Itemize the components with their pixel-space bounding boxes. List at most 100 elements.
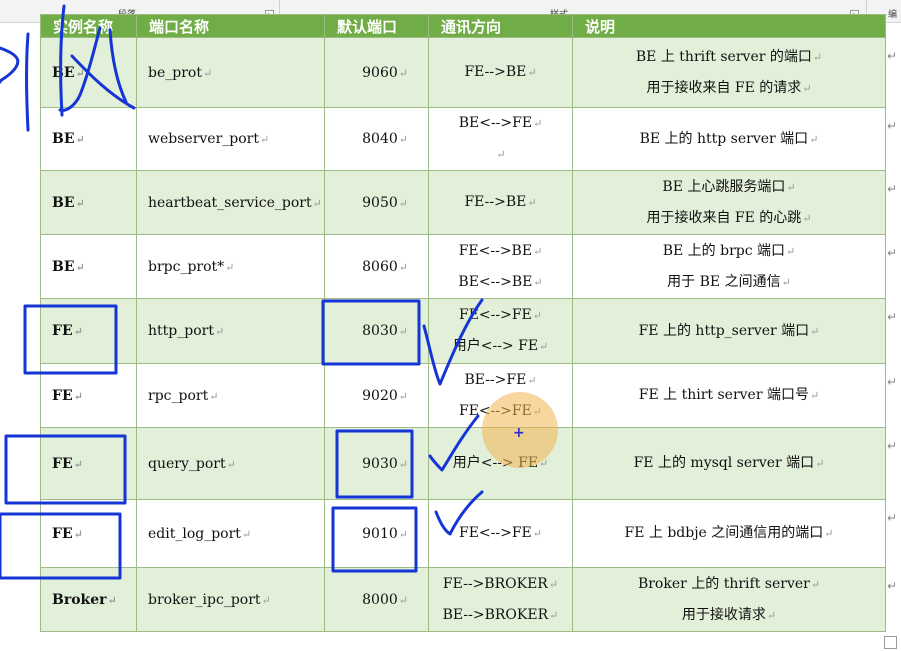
paragraph-mark-icon: ↵ (549, 608, 559, 622)
paragraph-mark-icon: ↵ (786, 180, 796, 194)
table-row: FE↵rpc_port↵9020↵BE-->FE↵FE<-->FE↵FE 上 t… (40, 363, 886, 428)
description-text: FE 上 thirt server 端口号 (638, 387, 809, 403)
description-text: BE 上心跳服务端口 (662, 178, 786, 195)
paragraph-mark-icon: ↵ (73, 389, 83, 403)
paragraph-mark-icon: ↵ (75, 260, 85, 274)
port-name-text: http_port (148, 323, 214, 339)
header-instance: 实例名称 (40, 14, 137, 38)
paragraph-mark-icon: ↵ (225, 260, 235, 274)
cell-default-port: 8030↵ (324, 298, 429, 364)
paragraph-mark-icon: ↵ (398, 260, 408, 274)
cell-port-name: edit_log_port↵ (136, 499, 325, 568)
scribble-stroke (25, 32, 30, 132)
cell-port-name: brpc_prot*↵ (136, 234, 325, 299)
paragraph-mark-icon: ↵ (786, 244, 796, 258)
paragraph-mark-icon: ↵ (261, 593, 271, 607)
paragraph-mark-icon: ↵ (886, 511, 897, 525)
table-row: BE↵ be_prot↵ 9060↵ FE-->BE↵ BE 上 thrift serv… (40, 37, 886, 108)
paragraph-mark-icon: ↵ (810, 324, 820, 338)
paragraph-mark-icon: ↵ (398, 389, 408, 403)
cell-port-name: rpc_port↵ (136, 363, 325, 428)
paragraph-mark-icon: ↵ (886, 439, 897, 453)
port-name-text: be_prot (148, 64, 202, 81)
paragraph-mark-icon: ↵ (75, 133, 85, 146)
cell-direction: FE<-->FE↵ 用户<--> FE↵ (428, 298, 573, 364)
port-name-text: broker_ipc_port (148, 591, 261, 608)
paragraph-mark-icon: ↵ (802, 81, 812, 95)
default-port-text: 8030 (362, 323, 398, 339)
default-port-text: 9030 (362, 455, 398, 472)
description-text: BE 上的 http server 端口 (639, 130, 809, 147)
paragraph-mark-icon: ↵ (209, 389, 219, 403)
cell-port-name: heartbeat_service_port↵ (136, 170, 325, 235)
paragraph-mark-icon: ↵ (214, 325, 225, 338)
header-description: 说明 (572, 14, 886, 38)
cell-port-name: be_prot↵ (136, 37, 325, 108)
paragraph-mark-icon: ↵ (766, 608, 777, 622)
direction-text: FE-->BROKER (442, 575, 548, 592)
description-text: FE 上的 http_server 端口 (638, 322, 810, 339)
paragraph-mark-icon: ↵ (202, 66, 213, 80)
ribbon-group-edit-label: 编 (888, 10, 898, 20)
table-end-box (884, 636, 897, 649)
paragraph-mark-icon: ↵ (539, 340, 549, 353)
header-default-port: 默认端口 (324, 14, 429, 38)
cell-description: FE 上 thirt server 端口号↵ (572, 363, 886, 428)
paragraph-mark-icon: ↵ (809, 132, 819, 146)
paragraph-mark-icon: ↵ (398, 593, 408, 607)
cell-default-port: 9030↵ (324, 427, 429, 500)
cell-instance: FE↵ (40, 363, 137, 428)
cell-direction: FE-->BROKER↵ BE-->BROKER↵ (428, 567, 573, 632)
cell-default-port: 8060↵ (324, 234, 429, 299)
paragraph-mark-icon: ↵ (398, 527, 408, 541)
description-text: BE 上的 brpc 端口 (662, 242, 786, 259)
description-text: 用于接收来自 FE 的请求 (646, 79, 802, 96)
paragraph-mark-icon: ↵ (532, 527, 542, 540)
direction-text: BE<-->FE (458, 115, 533, 131)
paragraph-mark-icon: ↵ (527, 66, 537, 79)
table-row: BE↵ webserver_port↵ 8040↵ BE<-->FE↵ ↵ BE 上的 h… (40, 107, 886, 171)
default-port-text: 8040 (362, 131, 398, 147)
description-text: Broker 上的 thrift server (637, 575, 810, 592)
table-row: Broker↵ broker_ipc_port↵ 8000↵ FE-->BROKER↵… (40, 567, 886, 632)
direction-text: FE<-->BE (458, 242, 533, 259)
instance-text: FE (52, 455, 73, 472)
paragraph-mark-icon: ↵ (815, 457, 825, 470)
paragraph-mark-icon: ↵ (398, 457, 408, 471)
default-port-text: 9050 (362, 194, 398, 211)
direction-text: FE<-->FE (458, 525, 532, 541)
instance-text: BE (52, 194, 75, 211)
default-port-text: 9060 (362, 64, 398, 81)
cell-instance: BE↵ (40, 37, 137, 108)
paragraph-mark-icon: ↵ (107, 593, 117, 607)
cell-default-port: 9020↵ (324, 363, 429, 428)
paragraph-mark-icon: ↵ (810, 577, 821, 591)
paragraph-mark-icon: ↵ (548, 577, 559, 591)
paragraph-mark-icon: ↵ (75, 196, 85, 210)
cell-description: Broker 上的 thrift server↵ 用于接收请求↵ (572, 567, 886, 632)
paragraph-mark-icon: ↵ (527, 373, 537, 387)
paragraph-mark-icon: ↵ (533, 275, 543, 289)
instance-text: BE (52, 131, 75, 147)
port-name-text: rpc_port (148, 387, 209, 404)
paragraph-mark-icon: ↵ (312, 196, 322, 210)
table-row: FE↵ http_port↵ 8030↵ FE<-->FE↵ 用户<--> FE↵ FE … (40, 298, 886, 364)
cell-instance: BE↵ (40, 107, 137, 171)
description-text: FE 上 bdbje 之间通信用的端口 (624, 525, 824, 541)
paragraph-mark-icon: ↵ (241, 527, 252, 541)
paragraph-mark-icon: ↵ (226, 457, 236, 471)
direction-text: 用户<--> FE (452, 338, 539, 354)
direction-text: BE<-->BE (458, 273, 533, 290)
paragraph-mark-icon: ↵ (398, 66, 408, 80)
paragraph-mark-icon: ↵ (886, 182, 897, 196)
cell-default-port: 8040↵ (324, 107, 429, 171)
cell-default-port: 8000↵ (324, 567, 429, 632)
table-header-row: 实例名称 端口名称 默认端口 通讯方向 说明 (40, 14, 886, 38)
description-text: 用于接收请求 (681, 606, 766, 623)
cell-port-name: broker_ipc_port↵ (136, 567, 325, 632)
header-direction: 通讯方向 (428, 14, 573, 38)
cell-instance: FE↵ (40, 427, 137, 500)
paragraph-mark-icon: ↵ (533, 244, 543, 258)
cell-default-port: 9010↵ (324, 499, 429, 568)
cell-direction: FE<-->BE↵ BE<-->BE↵ (428, 234, 573, 299)
